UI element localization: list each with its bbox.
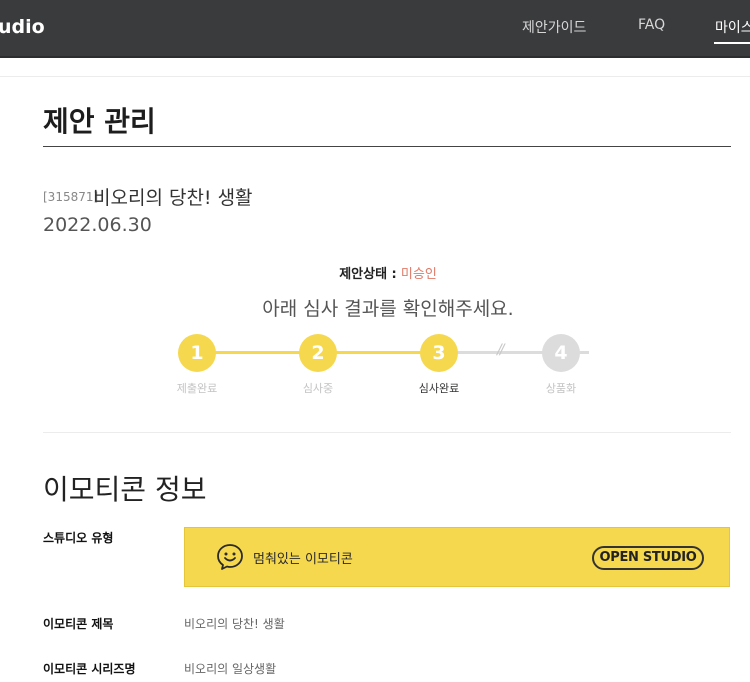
series-name-value: 비오리의 일상생활 (184, 662, 277, 676)
open-studio-badge: OPEN STUDIO (592, 546, 704, 570)
step-1-circle: 1 (178, 334, 216, 372)
series-name-label: 이모티콘 시리즈명 (43, 662, 136, 676)
studio-type-label: 스튜디오 유형 (43, 531, 114, 545)
nav-my-studio[interactable]: 마이스 (715, 17, 750, 37)
smile-chat-icon (217, 544, 243, 570)
step-4-circle: 4 (542, 334, 580, 372)
step-4-label: 상품화 (545, 382, 577, 395)
step-2-label: 심사중 (302, 382, 334, 395)
top-navigation-bar: udio 제안가이드 FAQ 마이스 (0, 0, 750, 58)
studio-type-value: 멈춰있는 이모티콘 (253, 552, 353, 567)
step-3-circle: 3 (420, 334, 458, 372)
emoticon-info-title: 이모티콘 정보 (43, 473, 207, 506)
proposal-code: [315871] (43, 190, 99, 204)
title-divider (43, 146, 731, 147)
step-3-label: 심사완료 (418, 382, 460, 395)
studio-type-card: 멈춰있는 이모티콘 OPEN STUDIO (184, 527, 730, 587)
proposal-name: 비오리의 당찬! 생활 (93, 187, 253, 209)
page-title: 제안 관리 (43, 105, 156, 138)
nav-active-indicator (714, 42, 750, 44)
step-1-label: 제출완료 (176, 382, 218, 395)
nav-faq[interactable]: FAQ (638, 17, 665, 33)
emoticon-title-value: 비오리의 당찬! 생활 (184, 617, 285, 631)
section-divider (43, 432, 731, 433)
proposal-status: 제안상태 : 미승인 (0, 263, 750, 282)
proposal-date: 2022.06.30 (43, 214, 152, 236)
emoticon-title-label: 이모티콘 제목 (43, 617, 114, 631)
status-badge: 미승인 (400, 267, 437, 282)
nav-proposal-guide[interactable]: 제안가이드 (522, 17, 586, 37)
brand-logo[interactable]: udio (0, 16, 45, 38)
stepper-break-glyph: // (497, 342, 505, 358)
step-2-circle: 2 (299, 334, 337, 372)
review-message: 아래 심사 결과를 확인해주세요. (262, 298, 514, 320)
sub-divider (0, 76, 750, 77)
status-label: 제안상태 : (339, 267, 397, 282)
